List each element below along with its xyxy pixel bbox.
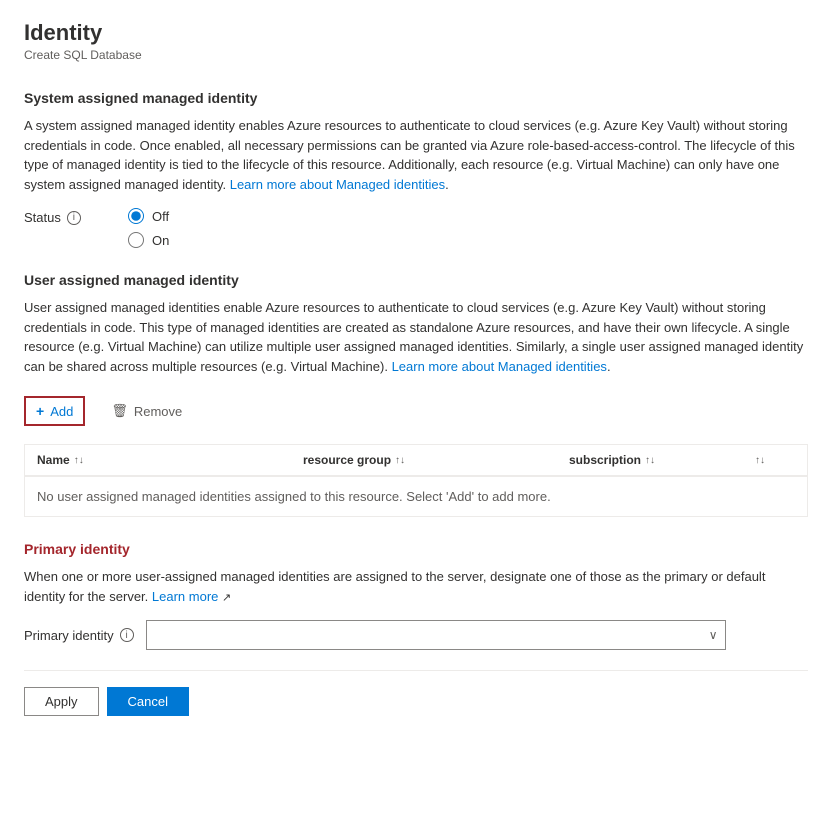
add-remove-row: + Add 🗑 Remove [24, 390, 808, 432]
status-off-label: Off [152, 209, 169, 224]
sort-name-icon[interactable]: ↑↓ [74, 455, 84, 466]
primary-identity-description: When one or more user-assigned managed i… [24, 567, 808, 606]
user-assigned-description: User assigned managed identities enable … [24, 298, 808, 376]
status-off-radio[interactable] [128, 208, 144, 224]
primary-identity-dropdown-wrapper: ∨ [146, 620, 726, 650]
breadcrumb: Create SQL Database [24, 48, 808, 62]
page-title: Identity [24, 20, 808, 46]
plus-icon: + [36, 403, 44, 419]
primary-identity-label: Primary identity i [24, 628, 134, 643]
status-radio-group: Off On [128, 208, 169, 248]
apply-button[interactable]: Apply [24, 687, 99, 716]
sort-rg-icon[interactable]: ↑↓ [395, 455, 405, 466]
system-assigned-section: System assigned managed identity A syste… [24, 90, 808, 248]
add-label: Add [50, 404, 73, 419]
primary-identity-section: Primary identity When one or more user-a… [24, 541, 808, 650]
col-extra: ↑↓ [755, 453, 795, 467]
primary-identity-learn-more[interactable]: Learn more [152, 589, 218, 604]
primary-identity-row: Primary identity i ∨ [24, 620, 808, 650]
user-assigned-section: User assigned managed identity User assi… [24, 272, 808, 517]
status-off-option[interactable]: Off [128, 208, 169, 224]
table-empty-message: No user assigned managed identities assi… [25, 476, 807, 516]
primary-identity-info-icon[interactable]: i [120, 628, 134, 642]
remove-label: Remove [134, 404, 182, 419]
add-button[interactable]: + Add [24, 396, 85, 426]
trash-icon: 🗑 [111, 403, 128, 419]
sort-sub-icon[interactable]: ↑↓ [645, 455, 655, 466]
status-on-radio[interactable] [128, 232, 144, 248]
col-name[interactable]: Name ↑↓ [37, 453, 223, 467]
status-label: Status i [24, 208, 104, 225]
cancel-button[interactable]: Cancel [107, 687, 189, 716]
system-assigned-description: A system assigned managed identity enabl… [24, 116, 808, 194]
col-resource-group[interactable]: resource group ↑↓ [303, 453, 489, 467]
external-link-icon: ↗ [222, 592, 231, 604]
status-on-label: On [152, 233, 169, 248]
user-assigned-title: User assigned managed identity [24, 272, 808, 288]
status-info-icon[interactable]: i [67, 211, 81, 225]
footer-buttons: Apply Cancel [24, 687, 808, 716]
table-header: Name ↑↓ resource group ↑↓ subscription ↑… [25, 445, 807, 476]
system-assigned-title: System assigned managed identity [24, 90, 808, 106]
footer-divider [24, 670, 808, 671]
primary-identity-select[interactable] [146, 620, 726, 650]
status-row: Status i Off On [24, 208, 808, 248]
system-assigned-learn-more[interactable]: Learn more about Managed identities [230, 177, 445, 192]
primary-identity-title: Primary identity [24, 541, 808, 557]
status-on-option[interactable]: On [128, 232, 169, 248]
user-assigned-table: Name ↑↓ resource group ↑↓ subscription ↑… [24, 444, 808, 517]
remove-button[interactable]: 🗑 Remove [101, 398, 192, 424]
user-assigned-learn-more[interactable]: Learn more about Managed identities [392, 359, 607, 374]
col-subscription[interactable]: subscription ↑↓ [569, 453, 755, 467]
